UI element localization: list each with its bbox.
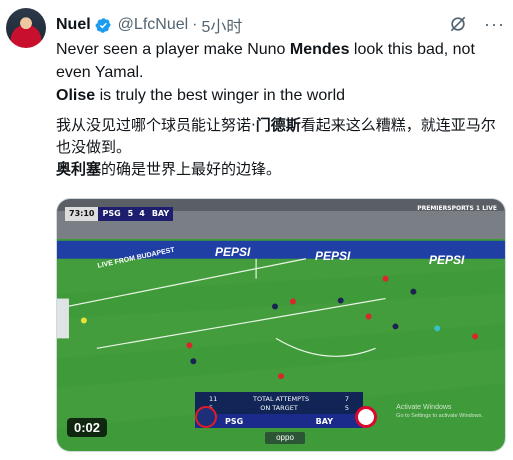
- windows-activation-watermark: Activate Windows Go to Settings to activ…: [396, 404, 483, 419]
- bayern-crest-icon: [355, 406, 377, 428]
- tweet-header: Nuel @LfcNuel · 5小时 ···: [56, 14, 505, 36]
- stats-team-row: PSG BAY: [195, 414, 363, 428]
- stats-panel: 11 TOTAL ATTEMPTS 7 5 ON TARGET 5 PSG BA…: [195, 392, 363, 428]
- separator-dot: ·: [192, 16, 198, 33]
- stat-row: 11 TOTAL ATTEMPTS 7: [209, 395, 349, 403]
- grok-icon[interactable]: [448, 14, 468, 34]
- away-team: BAY: [147, 207, 174, 221]
- scorebug: 73:10 PSG 5 4 BAY: [65, 207, 174, 221]
- match-clock: 73:10: [65, 207, 99, 221]
- stat-row: 5 ON TARGET 5: [209, 404, 349, 412]
- away-score: 4: [136, 207, 148, 221]
- sponsor-logo: oppo: [265, 432, 305, 444]
- tweet-timestamp[interactable]: 5小时: [202, 13, 243, 37]
- verified-badge-icon: [95, 17, 111, 33]
- home-score: 5: [124, 207, 137, 221]
- video-duration: 0:02: [67, 418, 108, 437]
- tweet-text-line1: Never seen a player make Nuno Mendes loo…: [56, 41, 475, 81]
- tweet-text-line2: Olise is truly the best winger in the wo…: [56, 87, 346, 104]
- author-handle[interactable]: @LfcNuel: [118, 16, 189, 34]
- home-team: PSG: [98, 207, 125, 221]
- tweet-translation: 我从没见过哪个球员能让努诺·门德斯看起来这么糟糕，就连亚马尔也没做到。 奥利塞的…: [56, 116, 496, 178]
- ad-board-3: PEPSI: [429, 253, 465, 267]
- more-icon[interactable]: ···: [484, 14, 505, 34]
- author-name[interactable]: Nuel: [56, 16, 91, 34]
- psg-crest-icon: [195, 406, 217, 428]
- video-player[interactable]: 73:10 PSG 5 4 BAY PREMIERSPORTS 1 LIVE P…: [56, 198, 506, 452]
- ad-board-2: PEPSI: [315, 249, 351, 263]
- author-avatar[interactable]: [6, 8, 46, 48]
- ad-board-1: PEPSI: [215, 245, 251, 259]
- broadcaster-logo: PREMIERSPORTS 1 LIVE: [417, 205, 497, 212]
